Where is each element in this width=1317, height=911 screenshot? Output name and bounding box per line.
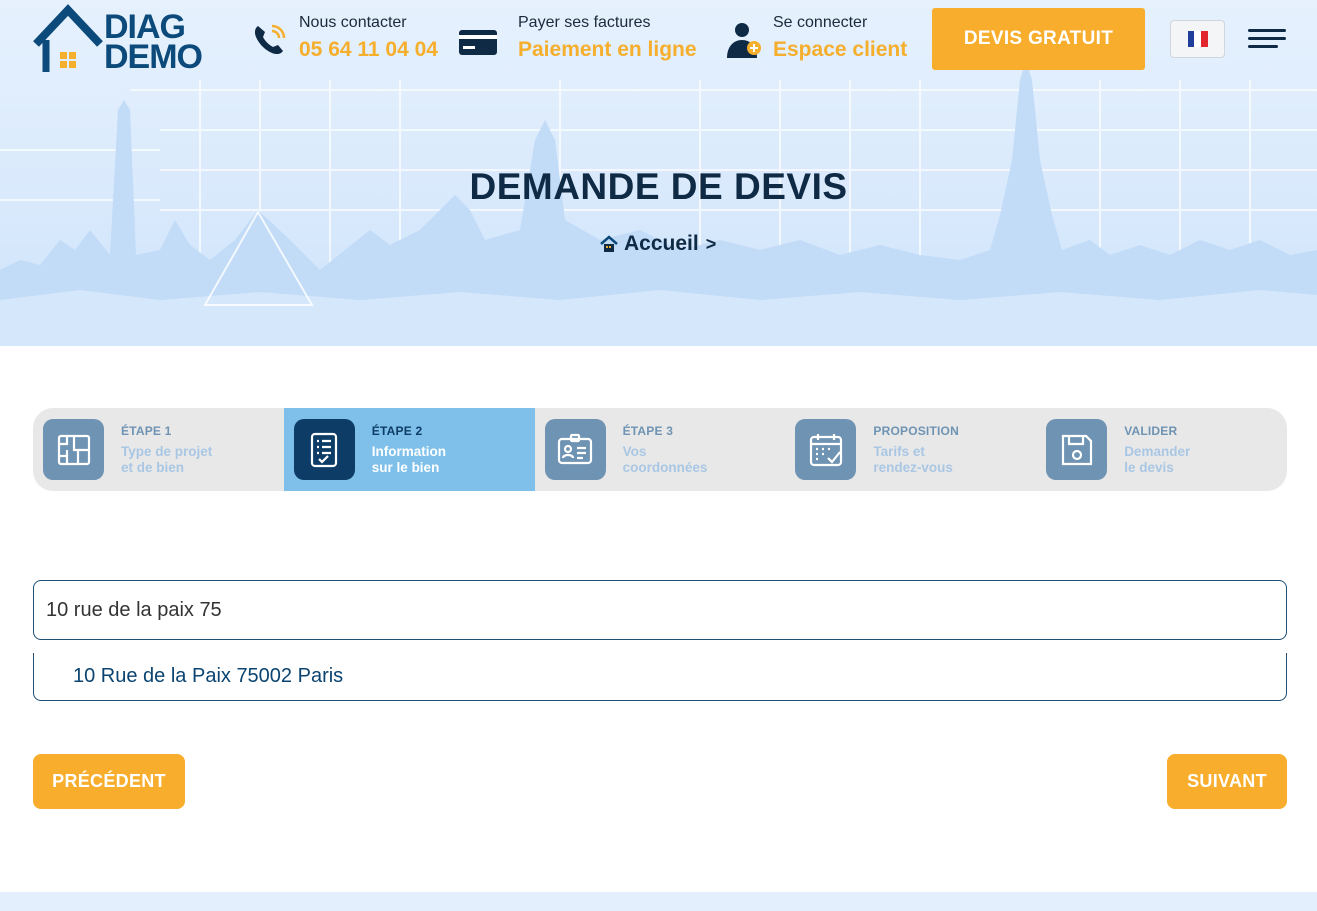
step-2[interactable]: ÉTAPE 2 Information sur le bien	[283, 408, 535, 491]
step-2-line-1: Information	[371, 444, 447, 459]
step-proposition-description: Tarifs et rendez-vous	[873, 444, 1013, 476]
address-suggestion-item[interactable]: 10 Rue de la Paix 75002 Paris	[33, 653, 1287, 701]
step-1[interactable]: ÉTAPE 1 Type de projet et de bien	[33, 408, 284, 491]
calendar-check-icon	[795, 419, 857, 480]
contact-phone: 05 64 11 04 04	[299, 38, 438, 61]
step-3-title: ÉTAPE 3	[622, 424, 674, 438]
payment-value: Paiement en ligne	[518, 38, 697, 61]
step-2-title: ÉTAPE 2	[371, 424, 423, 438]
step-proposition-line-1: Tarifs et	[873, 444, 925, 459]
checklist-icon	[293, 419, 355, 480]
step-3-line-1: Vos	[622, 444, 647, 459]
page-title: DEMANDE DE DEVIS	[469, 166, 848, 207]
step-proposition-line-2: rendez-vous	[873, 460, 953, 475]
next-button[interactable]: SUIVANT	[1167, 754, 1287, 809]
logo-text: DIAG DEMO	[104, 10, 203, 76]
account-value: Espace client	[773, 38, 908, 61]
step-proposition-title: PROPOSITION	[873, 424, 959, 438]
step-validate-description: Demander le devis	[1124, 444, 1264, 476]
step-1-line-2: et de bien	[121, 460, 185, 475]
phone-icon	[254, 24, 286, 55]
logo[interactable]: DIAG DEMO	[32, 4, 203, 76]
step-3[interactable]: ÉTAPE 3 Vos coordonnées	[535, 408, 786, 491]
blueprint-icon	[43, 419, 104, 480]
address-input[interactable]	[33, 580, 1287, 640]
id-card-icon	[544, 419, 606, 480]
site-header: DIAG DEMO Nous contacter 05 64 11 04 04 …	[0, 0, 1317, 80]
payment-label: Payer ses factures	[518, 14, 651, 31]
footer-strip	[0, 892, 1317, 911]
contact-label: Nous contacter	[299, 14, 407, 31]
step-1-title: ÉTAPE 1	[121, 424, 172, 438]
hamburger-menu-icon[interactable]	[1248, 29, 1286, 51]
home-icon	[600, 235, 618, 252]
step-validate[interactable]: VALIDER Demander le devis	[1036, 408, 1287, 491]
breadcrumb-separator: >	[705, 233, 717, 254]
step-validate-title: VALIDER	[1124, 424, 1178, 438]
step-validate-line-2: le devis	[1124, 460, 1174, 475]
contact-link[interactable]: Nous contacter 05 64 11 04 04	[250, 12, 440, 68]
previous-button[interactable]: PRÉCÉDENT	[33, 754, 185, 809]
house-logo-icon	[33, 4, 103, 72]
credit-card-icon	[459, 25, 498, 55]
quote-stepper: ÉTAPE 1 Type de projet et de bien ÉTAPE …	[33, 408, 1287, 491]
save-icon	[1046, 419, 1108, 480]
step-1-description: Type de projet et de bien	[121, 444, 261, 476]
step-3-line-2: coordonnées	[622, 460, 708, 475]
breadcrumb[interactable]: Accueil >	[600, 231, 716, 257]
language-switcher[interactable]	[1170, 20, 1225, 58]
flag-fr-icon	[1187, 31, 1208, 47]
step-1-line-1: Type de projet	[121, 444, 213, 459]
user-account-icon	[727, 23, 761, 58]
step-3-description: Vos coordonnées	[623, 444, 763, 476]
step-2-line-2: sur le bien	[371, 460, 440, 475]
breadcrumb-home[interactable]: Accueil	[624, 232, 699, 256]
free-quote-button[interactable]: DEVIS GRATUIT	[932, 8, 1145, 70]
step-2-description: Information sur le bien	[372, 444, 512, 476]
payment-link[interactable]: Payer ses factures Paiement en ligne	[458, 12, 708, 68]
logo-line-2: DEMO	[104, 38, 203, 76]
address-suggestion-text: 10 Rue de la Paix 75002 Paris	[73, 665, 344, 687]
account-label: Se connecter	[773, 14, 868, 31]
step-validate-line-1: Demander	[1124, 444, 1191, 459]
account-link[interactable]: Se connecter Espace client	[724, 12, 914, 68]
step-proposition[interactable]: PROPOSITION Tarifs et rendez-vous	[785, 408, 1036, 491]
